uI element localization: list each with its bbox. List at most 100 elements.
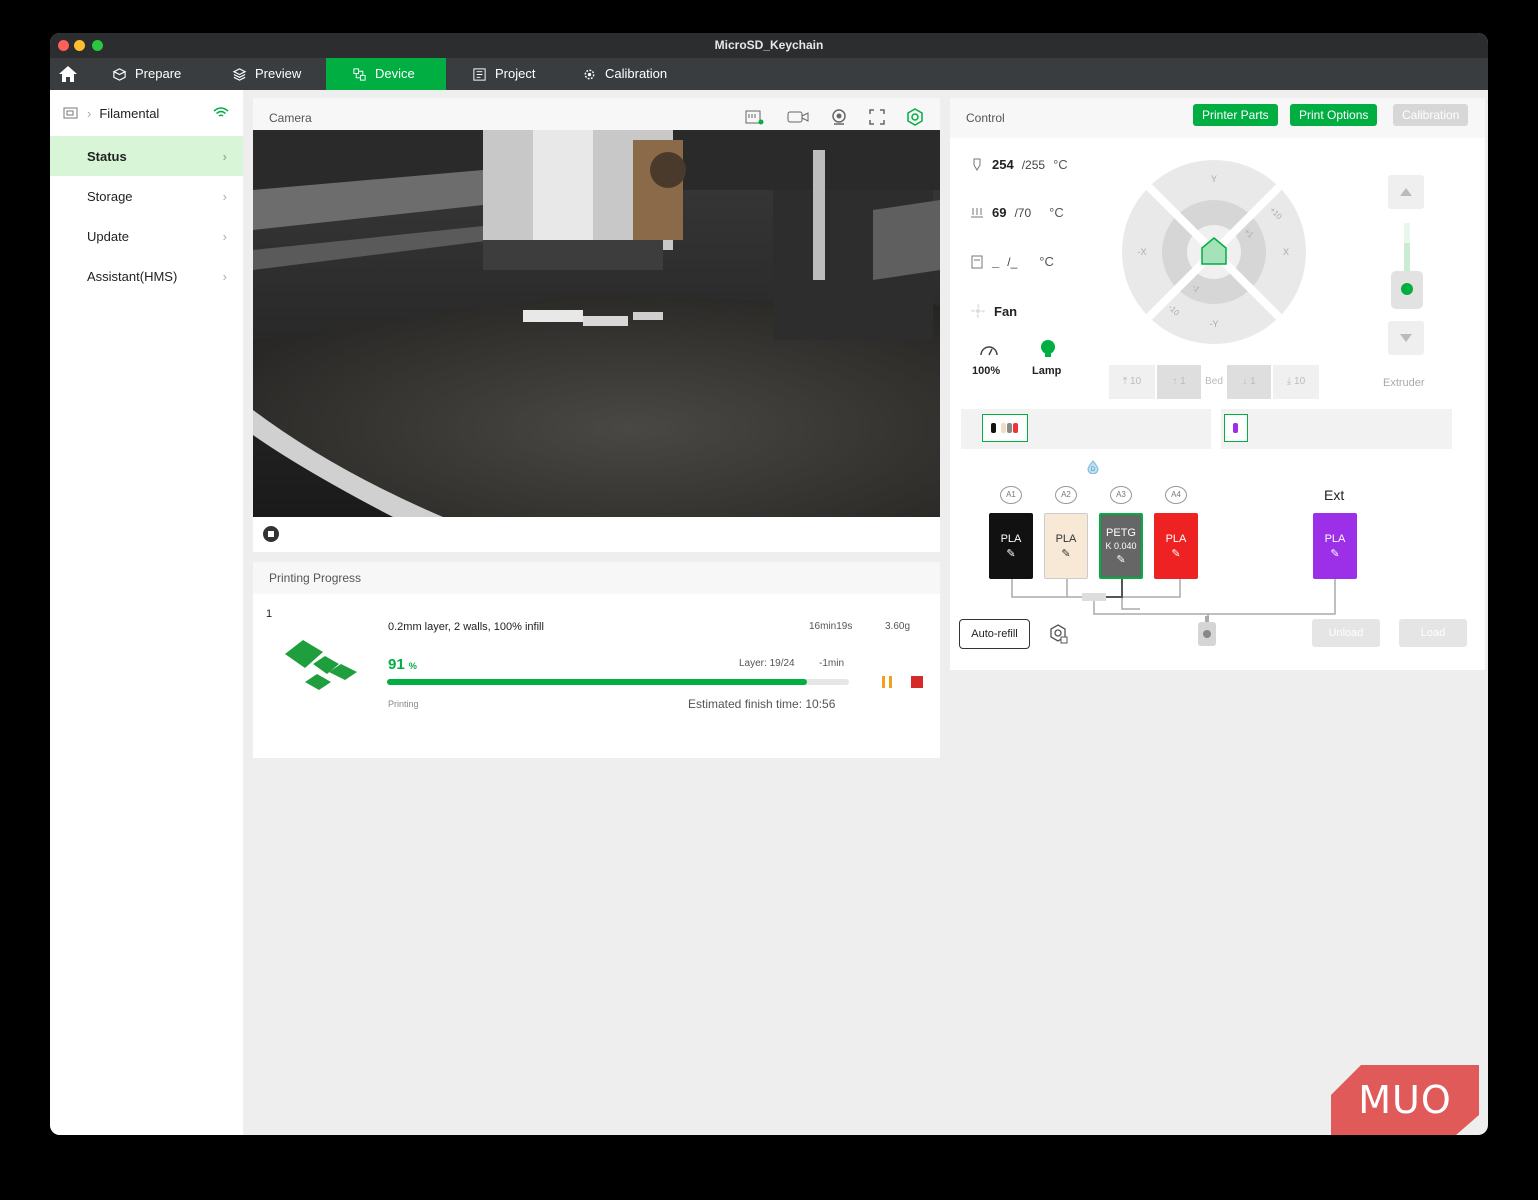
chamber-temp[interactable]: _ /_ °C: [970, 254, 1054, 269]
maximize-window-button[interactable]: [92, 40, 103, 51]
layers-icon: [232, 67, 247, 81]
estimated-finish: Estimated finish time: 10:56: [688, 697, 836, 711]
chevron-right-icon: ›: [222, 148, 227, 164]
layer-count: Layer: 19/24: [739, 658, 795, 669]
extruder-up-button[interactable]: [1388, 175, 1424, 209]
gear-icon: [584, 69, 595, 79]
chamber-icon: [971, 255, 983, 268]
progress-percent: 91 %: [388, 656, 417, 673]
fan-icon: [971, 304, 985, 318]
ext-selector-bar: [1221, 409, 1452, 449]
edit-icon[interactable]: ✎: [1330, 547, 1339, 560]
lamp-icon[interactable]: [1038, 339, 1058, 359]
tab-calibration[interactable]: Calibration: [570, 58, 710, 90]
jog-y-minus[interactable]: -Y: [1210, 319, 1219, 329]
printer-selector[interactable]: › Filamental: [50, 90, 243, 136]
stop-icon[interactable]: [910, 675, 924, 689]
main-tab-bar: Prepare Preview Device Project Calibrati…: [50, 58, 1488, 90]
tab-device[interactable]: Device: [326, 58, 446, 90]
ams-slot-label: A2: [1055, 486, 1077, 504]
video-record-icon[interactable]: [786, 108, 810, 126]
lamp-label: Lamp: [1032, 365, 1062, 377]
extruder-label: Extruder: [1383, 377, 1425, 389]
ams-slot-a4[interactable]: PLA ✎: [1154, 513, 1198, 579]
fan-control[interactable]: Fan: [970, 303, 1017, 319]
device-sidebar: › Filamental Status › Storage › Update › As…: [50, 90, 243, 1135]
ext-spool-tab[interactable]: [1224, 414, 1248, 442]
print-speed: 100%: [972, 365, 1001, 377]
extruder-down-button[interactable]: [1388, 321, 1424, 355]
edit-icon[interactable]: ✎: [1006, 547, 1015, 560]
jog-x-plus[interactable]: X: [1283, 247, 1289, 257]
triangle-up-icon: [1400, 188, 1412, 196]
webcam-icon[interactable]: [830, 108, 848, 126]
bed-down-10-button[interactable]: ⤓ 10: [1273, 365, 1319, 399]
window-title: MicroSD_Keychain: [714, 38, 824, 52]
wifi-icon: [213, 107, 229, 117]
model-thumbnail: [285, 640, 357, 690]
auto-refill-button[interactable]: Auto-refill: [959, 619, 1030, 649]
unload-button[interactable]: Unload: [1312, 619, 1380, 647]
ams-slot-label: A1: [1000, 486, 1022, 504]
nozzle-temp[interactable]: 254 /255 °C: [970, 157, 1068, 172]
camera-panel: Camera: [253, 98, 940, 552]
cube-icon: [112, 67, 127, 81]
progress-header: Printing Progress: [253, 562, 940, 594]
job-duration: 16min19s: [809, 621, 853, 632]
calibration-button[interactable]: Calibration: [1393, 104, 1469, 126]
jog-x-minus[interactable]: -X: [1138, 247, 1147, 257]
printer-icon: [63, 107, 78, 119]
time-remaining: -1min: [819, 658, 845, 669]
edit-icon[interactable]: ✎: [1061, 547, 1070, 560]
printing-progress-panel: Printing Progress 1 0.2mm layer, 2 walls…: [253, 562, 940, 758]
fullscreen-icon[interactable]: [868, 108, 886, 126]
chevron-right-icon: ›: [222, 228, 227, 244]
bed-down-1-button[interactable]: ↓ 1: [1227, 365, 1271, 399]
progress-bar: [387, 679, 849, 685]
sidebar-item-update[interactable]: Update ›: [50, 216, 243, 256]
job-weight: 3.60g: [885, 621, 911, 632]
jog-y-plus[interactable]: Y: [1211, 174, 1217, 184]
ams-slot-a1[interactable]: PLA ✎: [989, 513, 1033, 579]
print-options-button[interactable]: Print Options: [1290, 104, 1378, 126]
ams-spools-icon: [991, 423, 1018, 433]
sidebar-item-storage[interactable]: Storage ›: [50, 176, 243, 216]
sd-card-icon[interactable]: [744, 108, 766, 126]
tab-project[interactable]: Project: [460, 58, 586, 90]
camera-settings-icon[interactable]: [906, 108, 924, 126]
printer-parts-button[interactable]: Printer Parts: [1193, 104, 1278, 126]
nozzle-icon: [973, 158, 981, 171]
pause-icon[interactable]: [880, 675, 894, 689]
close-window-button[interactable]: [58, 40, 69, 51]
stop-recording-icon[interactable]: [262, 525, 280, 543]
extruder-indicator: [1391, 223, 1423, 309]
sidebar-item-assistant[interactable]: Assistant(HMS) ›: [50, 256, 243, 296]
chevron-right-icon: ›: [87, 105, 92, 121]
bed-label: Bed: [1201, 365, 1227, 399]
app-window: MicroSD_Keychain Prepare Preview Device …: [50, 33, 1488, 1135]
xy-jog-pad[interactable]: Y -Y X -X +10 +1 -1 -10: [1114, 152, 1314, 352]
ams-slot-label: A3: [1110, 486, 1132, 504]
progress-bar-fill: [387, 679, 808, 685]
tab-prepare[interactable]: Prepare: [100, 58, 226, 90]
load-button[interactable]: Load: [1399, 619, 1467, 647]
ams-slot-a2[interactable]: PLA ✎: [1044, 513, 1088, 579]
minimize-window-button[interactable]: [74, 40, 85, 51]
camera-feed: [253, 130, 940, 517]
humidity-icon[interactable]: D: [1086, 460, 1100, 474]
speed-gauge-icon[interactable]: [979, 341, 999, 359]
edit-icon[interactable]: ✎: [1171, 547, 1180, 560]
edit-icon[interactable]: ✎: [1116, 553, 1125, 566]
bed-temp[interactable]: 69 /70 °C: [970, 205, 1064, 220]
ams-settings-icon[interactable]: [1047, 623, 1069, 645]
device-icon: [353, 67, 366, 81]
home-icon[interactable]: [58, 64, 78, 84]
chevron-right-icon: ›: [222, 268, 227, 284]
bed-up-10-button[interactable]: ⤒ 10: [1109, 365, 1155, 399]
sidebar-item-status[interactable]: Status ›: [50, 136, 243, 176]
ext-slot[interactable]: PLA ✎: [1313, 513, 1357, 579]
muo-watermark: MUO: [1331, 1065, 1479, 1135]
ams-unit-tab[interactable]: [982, 414, 1028, 442]
bed-up-1-button[interactable]: ↑ 1: [1157, 365, 1201, 399]
ams-slot-a3[interactable]: PETG K 0.040 ✎: [1099, 513, 1143, 579]
